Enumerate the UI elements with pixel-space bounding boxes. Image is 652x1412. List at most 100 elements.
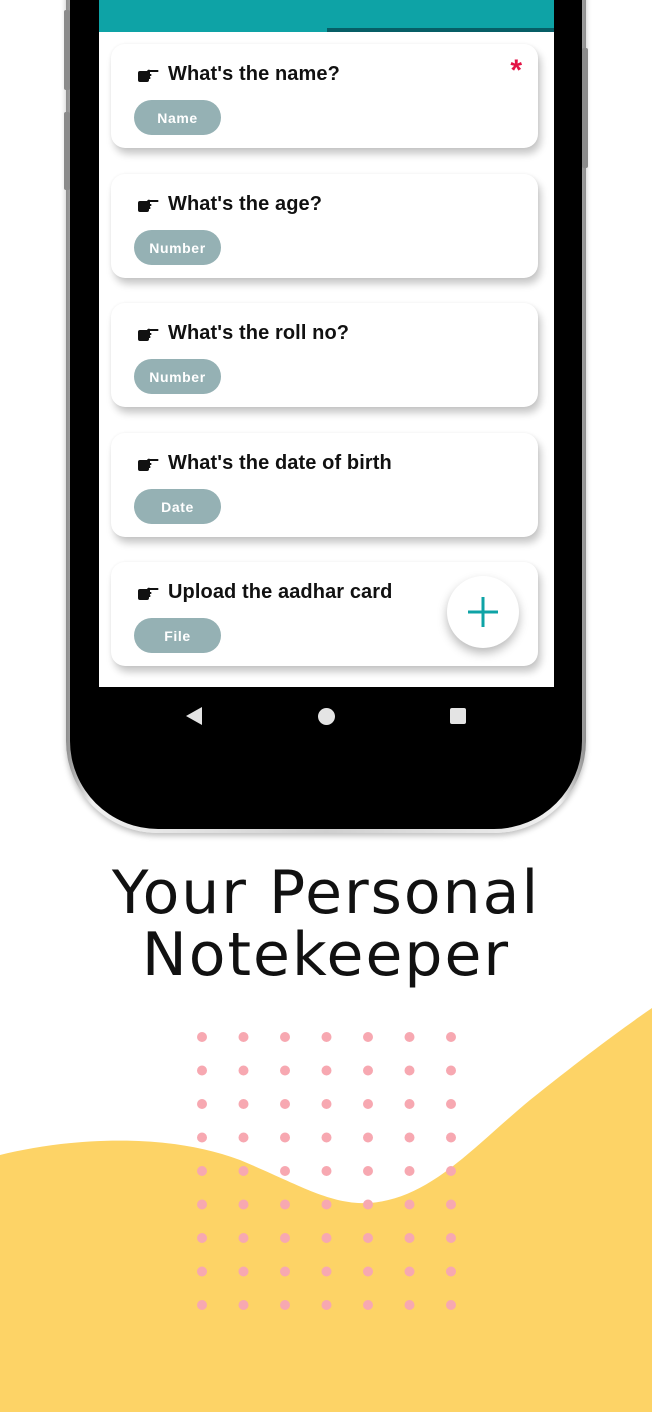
decorative-dot	[197, 1300, 207, 1310]
hand-pointing-icon	[138, 69, 159, 82]
decorative-dot	[321, 1132, 332, 1143]
decorative-dot	[280, 1166, 290, 1176]
decorative-dot	[238, 1266, 249, 1277]
phone-mockup: What's the name? * Name What's the age? …	[64, 0, 588, 833]
decorative-dot	[238, 1099, 249, 1109]
decorative-dot	[446, 1233, 456, 1243]
decorative-dot	[446, 1199, 456, 1210]
decorative-dot	[404, 1032, 415, 1042]
question-text: Upload the aadhar card	[168, 581, 393, 603]
decorative-dot	[238, 1032, 249, 1042]
decorative-dot	[446, 1300, 456, 1310]
decorative-dot	[446, 1065, 456, 1076]
decorative-dot	[321, 1300, 332, 1310]
app-screen: What's the name? * Name What's the age? …	[99, 0, 554, 687]
decorative-dot	[363, 1199, 373, 1210]
decorative-dot	[280, 1233, 290, 1243]
decorative-dot	[404, 1166, 415, 1176]
add-question-button[interactable]	[447, 576, 519, 648]
decorative-dot	[197, 1233, 207, 1243]
question-text: What's the age?	[168, 193, 323, 215]
decorative-dot	[280, 1032, 290, 1042]
decorative-dot	[321, 1166, 332, 1176]
decorative-dot	[321, 1199, 332, 1210]
decorative-dot	[363, 1132, 373, 1143]
phone-side-button-right	[582, 48, 588, 168]
decorative-dot	[363, 1032, 373, 1042]
decorative-dot	[238, 1300, 249, 1310]
question-card[interactable]: What's the date of birth Date	[111, 433, 538, 537]
question-text: What's the name?	[168, 63, 340, 85]
decorative-dot	[446, 1266, 456, 1277]
decorative-dot	[363, 1300, 373, 1310]
decorative-dot	[280, 1065, 290, 1076]
required-marker: *	[510, 54, 522, 87]
headline: Your Personal Notekeeper	[0, 862, 652, 986]
question-row: What's the age?	[137, 193, 322, 216]
decorative-dot	[280, 1132, 290, 1143]
recents-icon[interactable]	[450, 708, 466, 724]
headline-line-1: Your Personal	[111, 858, 541, 928]
answer-type-chip[interactable]: Number	[134, 230, 221, 265]
decorative-dot	[280, 1266, 290, 1277]
decorative-dot	[404, 1132, 415, 1143]
headline-line-2: Notekeeper	[141, 920, 511, 990]
answer-type-chip[interactable]: Date	[134, 489, 221, 524]
home-icon[interactable]	[318, 708, 335, 725]
back-icon[interactable]	[185, 707, 203, 725]
decorative-dot	[404, 1233, 415, 1243]
hand-pointing-icon	[138, 587, 159, 600]
decorative-dot	[280, 1199, 290, 1210]
decorative-dot	[404, 1300, 415, 1310]
tab-indicator	[327, 28, 554, 32]
question-row: What's the date of birth	[137, 452, 392, 475]
decorative-dot	[363, 1233, 373, 1243]
answer-type-chip[interactable]: Number	[134, 359, 221, 394]
decorative-dot	[363, 1166, 373, 1176]
decorative-dot	[446, 1132, 456, 1143]
decorative-dot	[238, 1199, 249, 1210]
android-nav-bar	[99, 687, 554, 745]
decorative-dot	[197, 1132, 207, 1143]
decorative-dot	[363, 1065, 373, 1076]
phone-side-button-left-2	[64, 112, 70, 190]
decorative-dot	[197, 1065, 207, 1076]
answer-type-chip[interactable]: Name	[134, 100, 221, 135]
decorative-dot	[321, 1266, 332, 1277]
decorative-dot	[321, 1065, 332, 1076]
decorative-dot	[238, 1132, 249, 1143]
decorative-dot	[197, 1199, 207, 1210]
decorative-dot	[197, 1099, 207, 1109]
question-row: What's the name?	[137, 63, 340, 86]
question-card[interactable]: What's the age? Number	[111, 174, 538, 278]
decorative-dot	[197, 1032, 207, 1042]
answer-type-chip[interactable]: File	[134, 618, 221, 653]
hand-pointing-icon	[138, 328, 159, 341]
decorative-dot	[363, 1266, 373, 1277]
decorative-dot	[404, 1099, 415, 1109]
decorative-dot	[404, 1065, 415, 1076]
question-card[interactable]: What's the name? * Name	[111, 44, 538, 148]
question-text: What's the roll no?	[168, 322, 350, 344]
decorative-dot	[404, 1199, 415, 1210]
decorative-dot	[321, 1032, 332, 1042]
phone-side-button-left-1	[64, 10, 70, 90]
decorative-dot	[446, 1099, 456, 1109]
hand-pointing-icon	[138, 458, 159, 471]
decorative-dot	[197, 1166, 207, 1176]
decorative-dot	[446, 1032, 456, 1042]
question-row: What's the roll no?	[137, 322, 349, 345]
hand-pointing-icon	[138, 199, 159, 212]
question-text: What's the date of birth	[168, 452, 392, 474]
plus-icon	[468, 597, 498, 627]
question-row: Upload the aadhar card	[137, 581, 392, 604]
question-card[interactable]: What's the roll no? Number	[111, 303, 538, 407]
decorative-dot	[321, 1233, 332, 1243]
decorative-dot	[404, 1266, 415, 1277]
decorative-dot	[363, 1099, 373, 1109]
decorative-dot	[446, 1166, 456, 1176]
decorative-dot	[321, 1099, 332, 1109]
decorative-dot	[238, 1166, 249, 1176]
decorative-dot	[197, 1266, 207, 1277]
decorative-dot	[238, 1065, 249, 1076]
